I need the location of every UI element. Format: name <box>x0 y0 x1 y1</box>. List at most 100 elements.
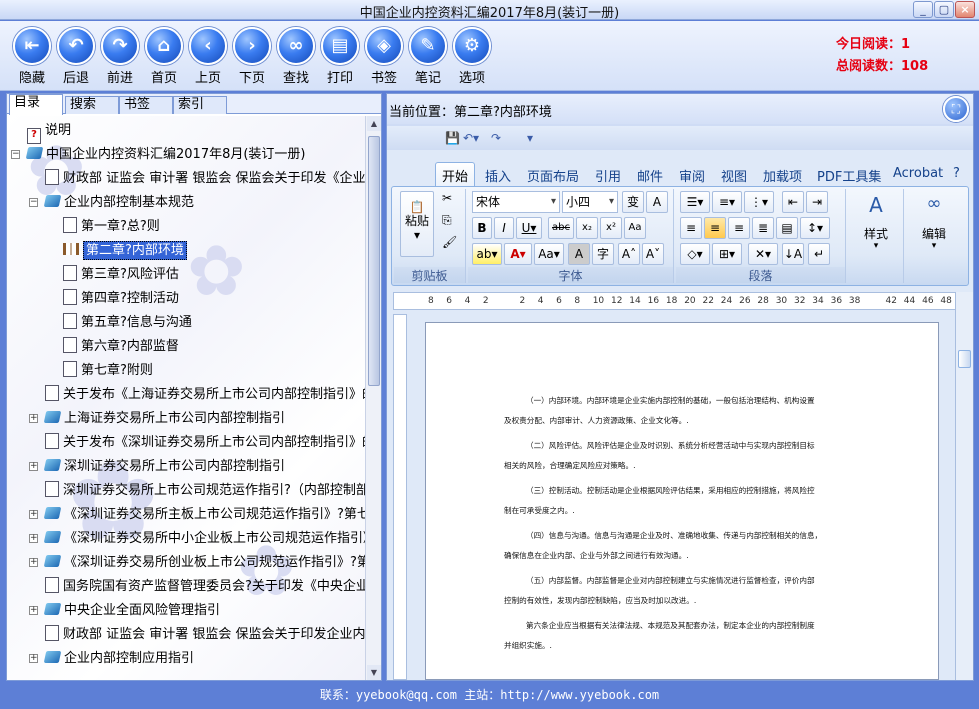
ribbon-tab[interactable]: 页面布局 <box>527 166 579 185</box>
expand-icon[interactable]: + <box>29 654 38 663</box>
toolbar-button-0[interactable]: ⇤ 隐藏 <box>10 27 54 86</box>
tree-item[interactable]: 第二章?内部环境 <box>63 240 187 262</box>
justify-icon[interactable]: ≣ <box>752 217 774 239</box>
align-center-icon[interactable]: ≡ <box>704 217 726 239</box>
tree-item[interactable]: − 企业内部控制基本规范 <box>29 192 194 214</box>
superscript-button[interactable]: x² <box>600 217 622 239</box>
tree-item[interactable]: − 中国企业内控资料汇编2017年8月(装订一册) <box>11 144 306 166</box>
ribbon-tab[interactable]: 邮件 <box>637 166 663 185</box>
distributed-icon[interactable]: ▤ <box>776 217 798 239</box>
toolbar-button-10[interactable]: ⚙ 选项 <box>450 27 494 86</box>
bullets-icon[interactable]: ☰▾ <box>680 191 710 213</box>
collapse-icon[interactable]: − <box>29 198 38 207</box>
format-painter-icon[interactable]: 🖌 <box>442 235 457 249</box>
shading-icon[interactable]: ◇▾ <box>680 243 710 265</box>
strikethrough-button[interactable]: abc <box>548 217 574 239</box>
tree-item[interactable]: + 《深圳证券交易所创业板上市公司规范运作指引》?第七 <box>29 552 365 574</box>
clear-format-icon[interactable]: Aa <box>624 217 646 239</box>
tree-item[interactable]: 第三章?风险评估 <box>63 264 179 286</box>
document-scroll-thumb[interactable] <box>958 350 971 368</box>
ribbon-tab[interactable]: 插入 <box>485 166 511 185</box>
scroll-down-arrow[interactable]: ▼ <box>367 665 381 680</box>
ribbon-tab[interactable]: 开始 <box>435 162 476 188</box>
toolbar-button-4[interactable]: ‹ 上页 <box>186 27 230 86</box>
tree-item[interactable]: 第一章?总?则 <box>63 216 160 238</box>
close-button[interactable]: × <box>955 1 975 18</box>
borders-icon[interactable]: ⊞▾ <box>712 243 742 265</box>
document-scrollbar[interactable] <box>955 292 973 680</box>
expand-icon[interactable]: + <box>29 558 38 567</box>
toolbar-button-7[interactable]: ▤ 打印 <box>318 27 362 86</box>
help-icon[interactable]: ? <box>953 166 960 181</box>
increase-indent-icon[interactable]: ⇥ <box>806 191 828 213</box>
toolbar-button-3[interactable]: ⌂ 首页 <box>142 27 186 86</box>
ribbon-tab[interactable]: 视图 <box>721 166 747 185</box>
document-page[interactable]: （一）内部环境。内部环境是企业实施内部控制的基础，一般包括治理结构、机构设置 及权… <box>425 322 939 680</box>
subscript-button[interactable]: x₂ <box>576 217 598 239</box>
font-name-select[interactable]: 宋体 <box>472 191 560 213</box>
paste-button[interactable]: 📋 粘贴 ▾ <box>400 191 434 257</box>
tree-item[interactable]: 第五章?信息与沟通 <box>63 312 192 334</box>
redo-icon[interactable]: ↷ <box>491 131 501 145</box>
tree-item[interactable]: 财政部 证监会 审计署 银监会 保监会关于印发企业内 <box>45 624 365 646</box>
tree-item[interactable]: 第七章?附则 <box>63 360 153 382</box>
multilevel-list-icon[interactable]: ⋮▾ <box>744 191 774 213</box>
customize-qat-icon[interactable]: ▾ <box>527 131 533 145</box>
tree-item[interactable]: + 深圳证券交易所上市公司内部控制指引 <box>29 456 285 478</box>
expand-icon[interactable]: + <box>29 462 38 471</box>
char-border-icon[interactable]: A <box>646 191 668 213</box>
styles-group[interactable]: A 样式 ▾ <box>848 189 904 283</box>
ribbon-tab[interactable]: 引用 <box>595 166 621 185</box>
tree-item[interactable]: 第六章?内部监督 <box>63 336 179 358</box>
toolbar-button-1[interactable]: ↶ 后退 <box>54 27 98 86</box>
tree-item[interactable]: + 《深圳证券交易所中小企业板上市公司规范运作指引》 <box>29 528 365 550</box>
scroll-thumb[interactable] <box>368 136 380 386</box>
align-right-icon[interactable]: ≡ <box>728 217 750 239</box>
ribbon-tab[interactable]: 审阅 <box>679 166 705 185</box>
tree-item[interactable]: 第四章?控制活动 <box>63 288 179 310</box>
minimize-button[interactable]: _ <box>913 1 933 18</box>
change-case-icon[interactable]: Aa▾ <box>534 243 564 265</box>
italic-button[interactable]: I <box>494 217 514 239</box>
decrease-indent-icon[interactable]: ⇤ <box>782 191 804 213</box>
tree-scrollbar[interactable]: ▲ ▼ <box>365 116 381 680</box>
scroll-up-arrow[interactable]: ▲ <box>367 116 381 131</box>
cut-icon[interactable]: ✂ <box>442 191 452 205</box>
enclose-char-icon[interactable]: 字 <box>592 243 614 265</box>
fullscreen-icon[interactable]: ⛶ <box>943 96 969 122</box>
save-icon[interactable]: 💾 <box>445 131 460 145</box>
sort-icon[interactable]: ↓A <box>782 243 804 265</box>
underline-button[interactable]: U▾ <box>516 217 542 239</box>
tab-index[interactable]: 索引 <box>173 96 227 114</box>
toolbar-button-9[interactable]: ✎ 笔记 <box>406 27 450 86</box>
toolbar-button-5[interactable]: › 下页 <box>230 27 274 86</box>
expand-icon[interactable]: + <box>29 510 38 519</box>
tree-item[interactable]: 深圳证券交易所上市公司规范运作指引?（内部控制部分 <box>45 480 365 502</box>
ribbon-tab[interactable]: 加载项 <box>763 166 802 185</box>
font-color-icon[interactable]: A▾ <box>504 243 532 265</box>
char-shading-icon[interactable]: A <box>568 243 590 265</box>
numbering-icon[interactable]: ≡▾ <box>712 191 742 213</box>
collapse-icon[interactable]: − <box>11 150 20 159</box>
toolbar-button-2[interactable]: ↷ 前进 <box>98 27 142 86</box>
align-left-icon[interactable]: ≡ <box>680 217 702 239</box>
ribbon-tab[interactable]: PDF工具集 <box>817 166 881 185</box>
tab-bookmarks[interactable]: 书签 <box>119 96 173 114</box>
tree-item[interactable]: + 《深圳证券交易所主板上市公司规范运作指引》?第七章 <box>29 504 365 526</box>
chinese-layout-icon[interactable]: ✕▾ <box>748 243 778 265</box>
tree-item[interactable]: + 中央企业全面风险管理指引 <box>29 600 220 622</box>
shrink-font-icon[interactable]: A˅ <box>642 243 664 265</box>
tree-item[interactable]: + 企业内部控制应用指引 <box>29 648 194 670</box>
expand-icon[interactable]: + <box>29 534 38 543</box>
tree-item[interactable]: + 上海证券交易所上市公司内部控制指引 <box>29 408 285 430</box>
expand-icon[interactable]: + <box>29 414 38 423</box>
restore-button[interactable]: ▢ <box>934 1 954 18</box>
undo-icon[interactable]: ↶▾ <box>463 131 479 145</box>
copy-icon[interactable]: ⎘ <box>442 213 452 228</box>
tab-contents[interactable]: 目录 <box>9 94 63 115</box>
toolbar-button-6[interactable]: ∞ 查找 <box>274 27 318 86</box>
tree-item[interactable]: 国务院国有资产监督管理委员会?关于印发《中央企业全 <box>45 576 365 598</box>
phonetic-guide-icon[interactable]: 变 <box>622 191 644 213</box>
editing-group[interactable]: ∞ 编辑 ▾ <box>906 189 962 283</box>
tree-item[interactable]: 关于发布《深圳证券交易所上市公司内部控制指引》的 <box>45 432 365 454</box>
